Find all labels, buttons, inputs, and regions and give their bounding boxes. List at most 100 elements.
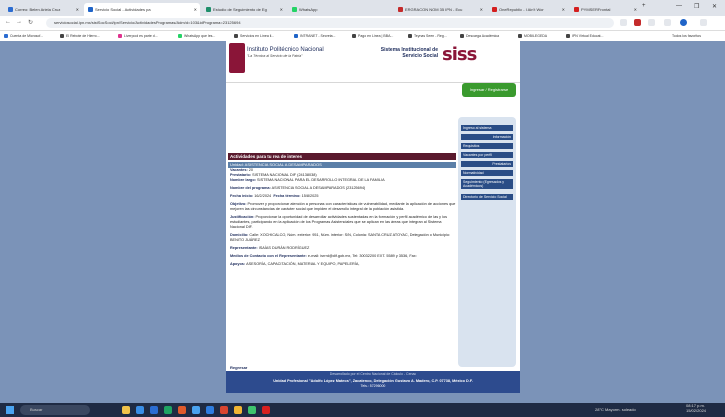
close-icon[interactable]: ✕: [480, 3, 483, 16]
nombre-largo-row: Nombre largo: SISTEMA NACIONAL PARA EL D…: [230, 178, 385, 182]
sidebar-item-informacion[interactable]: Información: [461, 134, 513, 140]
bookmark-icon: [518, 34, 522, 39]
sidebar-item-directorio[interactable]: Directorio de Servicio Social: [461, 194, 513, 200]
bookmark-item[interactable]: Descarga Académica: [460, 31, 499, 41]
bookmark-icon: [118, 34, 122, 39]
windows-start-icon[interactable]: [6, 406, 14, 414]
address-bar-row: ← → ↻ serviciosocial.ipn.mx/sistSocSoci/…: [0, 16, 725, 31]
ipn-motto: "La Técnica al Servicio de la Patria": [247, 54, 303, 58]
all-bookmarks[interactable]: Todos los favoritos: [672, 31, 701, 41]
bookmark-icon: [60, 34, 64, 39]
mail-icon[interactable]: [192, 406, 200, 414]
representante-row: Representante: ISAÍAS DURÁN RODRÍGUEZ: [230, 246, 310, 250]
tab-whatsapp[interactable]: WhatsApp: [288, 3, 348, 16]
bookmark-item[interactable]: IPN Virtual Educat...: [566, 31, 603, 41]
bookmark-item[interactable]: Servicios en Línea il...: [234, 31, 274, 41]
siss-logo: siss: [442, 44, 477, 65]
outlook-icon: [8, 7, 13, 13]
ipn-favicon-icon: [88, 7, 93, 13]
clock[interactable]: 08:17 p.m. 15/02/2024: [686, 403, 706, 413]
bookmark-icon: [4, 34, 8, 39]
section-title: Actividades para tu rea de interes: [228, 153, 456, 160]
tab-ergracon[interactable]: ERGRACON NOM 35 IPN - Ecu ✕: [394, 3, 486, 16]
edge-icon[interactable]: [150, 406, 158, 414]
star-icon[interactable]: [620, 19, 627, 26]
close-icon[interactable]: ✕: [634, 3, 637, 16]
bookmark-item[interactable]: MOBILEGEDA: [518, 31, 547, 41]
window-close-icon[interactable]: ✕: [712, 3, 717, 10]
bookmark-icon: [460, 34, 464, 39]
bookmark-item[interactable]: Teynas Seen - Reg...: [408, 31, 447, 41]
extension-icon[interactable]: [634, 19, 641, 26]
close-icon[interactable]: ✕: [280, 3, 283, 16]
footer-address: Unidad Profesional "Adolfo López Mateos"…: [273, 379, 473, 383]
bookmark-item[interactable]: WhatsApp que les...: [178, 31, 215, 41]
tab-onerepublic[interactable]: OneRepublic - I Ain't Wor ✕: [488, 3, 568, 16]
nombre-programa-row: Nombre del programa: ASISTENCIA SOCIAL A…: [230, 186, 366, 190]
sis-title: Sistema Institucional de Servicio Social: [380, 47, 438, 59]
sidebar-menu: Ingreso al sistema Información Requisito…: [458, 117, 516, 367]
profile-avatar[interactable]: [680, 19, 687, 26]
word-icon[interactable]: [206, 406, 214, 414]
ingresar-button[interactable]: Ingresar / Registrarse: [462, 83, 516, 97]
maximize-icon[interactable]: ❐: [694, 3, 699, 10]
footer-credit: Desarrollado por el Centro Nacional de C…: [329, 372, 417, 376]
weather-widget[interactable]: 28°C Mayorm. soleado: [595, 405, 636, 415]
download-icon[interactable]: [664, 19, 671, 26]
site-footer: Desarrollado por el Centro Nacional de C…: [226, 371, 520, 393]
close-icon[interactable]: ✕: [76, 3, 79, 16]
tab-correo[interactable]: Correo: Belen Ariela Cruz ✕: [4, 3, 82, 16]
powerpoint-icon[interactable]: [220, 406, 228, 414]
office-icon[interactable]: [178, 406, 186, 414]
tab-estudio-seguimiento[interactable]: Estudio de Seguimiento de Eg ✕: [202, 3, 286, 16]
bookmark-item[interactable]: Liverpool es parte d...: [118, 31, 158, 41]
bookmark-icon: [566, 34, 570, 39]
page-icon: [206, 7, 211, 13]
youtube-icon: [492, 7, 497, 13]
excel-icon[interactable]: [248, 406, 256, 414]
page-icon: [398, 7, 403, 13]
apoyos-row: Apoyos: ASESORÍA, CAPACITACIÓN, MATERIAL…: [230, 262, 360, 266]
close-icon[interactable]: ✕: [562, 3, 565, 16]
sidebar-item-seguimiento[interactable]: Seguimiento (Egresados y Académicos): [461, 179, 513, 189]
regresar-link[interactable]: Regresar: [230, 365, 247, 370]
chrome-icon[interactable]: [234, 406, 242, 414]
ipn-title: Instituto Politécnico Nacional: [247, 47, 324, 53]
tab-pymser[interactable]: PYMSERFrontal ✕: [570, 3, 640, 16]
domicilio-row: Domicilio: Calle: XOCHICALCO, Núm. exter…: [230, 233, 451, 242]
sidebar-item-vacantes[interactable]: Vacantes por perfil: [461, 152, 513, 158]
task-view-icon[interactable]: [136, 406, 144, 414]
bookmark-item[interactable]: El Rebote de Hierro...: [60, 31, 100, 41]
new-tab-icon[interactable]: +: [642, 3, 646, 9]
bookmark-icon: [408, 34, 412, 39]
forward-icon[interactable]: →: [16, 19, 22, 25]
taskbar-search[interactable]: Buscar: [20, 405, 90, 415]
bookmark-icon: [178, 34, 182, 39]
tab-servicio-social[interactable]: Servicio Social - Actividades pa ✕: [84, 3, 200, 16]
justificacion-row: Justificación: Proporcionar la oportunid…: [230, 215, 447, 229]
reload-icon[interactable]: ↻: [28, 19, 33, 26]
bookmark-item[interactable]: Cuenta de Microsof...: [4, 31, 43, 41]
minimize-icon[interactable]: —: [676, 3, 682, 9]
browser-tab-bar: Correo: Belen Ariela Cruz ✕ Servicio Soci…: [0, 0, 725, 16]
back-icon[interactable]: ←: [5, 19, 11, 25]
page-viewport: Instituto Politécnico Nacional "La Técni…: [0, 41, 725, 403]
file-explorer-icon[interactable]: [122, 406, 130, 414]
sidebar-item-ingreso[interactable]: Ingreso al sistema: [461, 125, 513, 131]
ipn-logo[interactable]: [229, 43, 245, 73]
sidebar-item-requisitos[interactable]: Requisitos: [461, 143, 513, 149]
bookmark-item[interactable]: Pago en Linea | BBA...: [352, 31, 393, 41]
close-icon[interactable]: ✕: [194, 3, 197, 16]
url-input[interactable]: serviciosocial.ipn.mx/sistSocSoci/ipn/Se…: [46, 18, 614, 28]
bookmark-item[interactable]: INTRANET - Secreta...: [294, 31, 336, 41]
bookmark-icon: [352, 34, 356, 39]
store-icon[interactable]: [164, 406, 172, 414]
fechas-row: Fecha inicio: 16/2/2024 Fecha término: 1…: [230, 194, 319, 198]
extensions-icon[interactable]: [648, 19, 655, 26]
acrobat-icon[interactable]: [262, 406, 270, 414]
medios-row: Medios de Contacto con el Representante:…: [230, 254, 417, 258]
sidebar-item-normatividad[interactable]: Normatividad: [461, 170, 513, 176]
sidebar-item-prestatarios[interactable]: Prestatarios: [461, 161, 513, 167]
menu-icon[interactable]: [700, 19, 707, 26]
site-page: Instituto Politécnico Nacional "La Técni…: [226, 41, 520, 393]
